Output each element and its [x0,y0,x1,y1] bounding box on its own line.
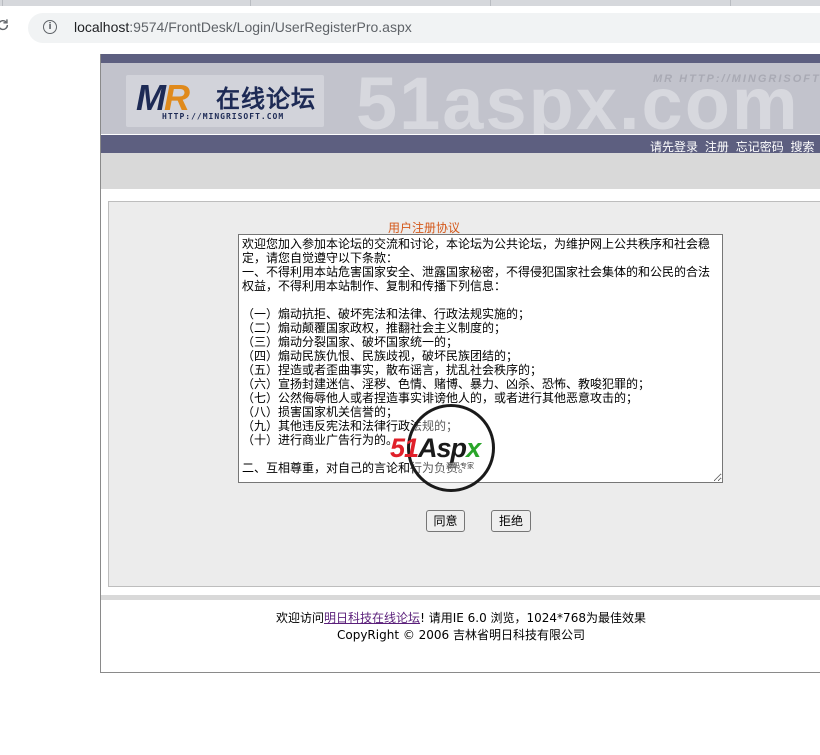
logo-url: HTTP://MINGRISOFT.COM [162,112,285,121]
copyright-text: CopyRight © 2006 吉林省明日科技有限公司 [336,628,586,642]
browser-address-bar: i localhost:9574/FrontDesk/Login/UserReg… [0,6,820,46]
logo-title: 在线论坛 [216,85,316,113]
forum-logo[interactable]: MR 在线论坛 HTTP://MINGRISOFT.COM [126,75,324,127]
stamp-num: 51 [390,433,419,463]
logo-m: M [136,77,166,118]
page-footer: 欢迎访问明日科技在线论坛! 请用IE 6.0 浏览，1024*768为最佳效果 … [101,610,820,644]
stamp-logo: 51Aspx [390,433,481,464]
forum-page: 51aspx.com MR HTTP://MINGRISOFT.COM MR 在… [100,54,820,673]
top-stripe [101,54,820,63]
footer-prefix: 欢迎访问 [276,611,325,625]
url-path: :9574/FrontDesk/Login/UserRegisterPro.as… [129,19,412,35]
stamp-word: Asp [418,433,467,463]
site-info-icon[interactable]: i [43,20,57,34]
stamp-subtitle: 源码专家 [446,462,474,470]
url-omnibox[interactable]: i localhost:9574/FrontDesk/Login/UserReg… [28,13,820,43]
url-host: localhost [74,19,130,35]
reload-icon[interactable] [0,17,10,33]
top-nav-bar: 请先登录 注册 忘记密码 搜索 [101,135,820,154]
nav-search-link[interactable]: 搜索 [791,140,815,154]
footer-line: 欢迎访问明日科技在线论坛! 请用IE 6.0 浏览，1024*768为最佳效果 [101,610,820,627]
watermark-stamp: 51Aspx 源码专家 [390,404,495,492]
footer-suffix: ! 请用IE 6.0 浏览，1024*768为最佳效果 [420,611,646,625]
agree-button[interactable]: 同意 [426,510,465,532]
footer-divider [101,595,820,600]
stamp-x: x [466,433,481,463]
agreement-panel: 用户注册协议 欢迎您加入参加本论坛的交流和讨论，本论坛为公共论坛，为维护网上公共… [108,201,820,587]
url-text[interactable]: localhost:9574/FrontDesk/Login/UserRegis… [74,19,412,35]
forum-home-link[interactable]: 明日科技在线论坛 [324,611,420,625]
reject-button[interactable]: 拒绝 [491,510,531,532]
sub-header-bar [101,153,820,189]
nav-register-link[interactable]: 注册 [705,140,729,154]
banner-watermark-small: MR HTTP://MINGRISOFT.COM [653,73,820,85]
nav-login-link[interactable]: 请先登录 [650,140,698,154]
forum-banner: 51aspx.com MR HTTP://MINGRISOFT.COM MR 在… [101,63,820,134]
nav-forgot-password-link[interactable]: 忘记密码 [736,140,784,154]
